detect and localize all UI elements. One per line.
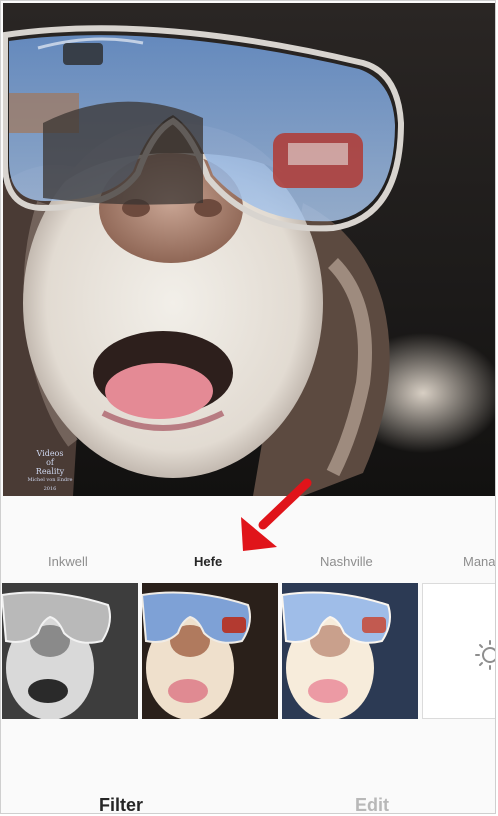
watermark-line1: Videos xyxy=(36,449,64,458)
thumb-image-nashville xyxy=(282,583,418,719)
photo-preview: Videos of Reality Michel von Endre 2016 xyxy=(3,3,495,496)
red-arrow-annotation xyxy=(241,478,312,551)
thumb-image-hefe xyxy=(142,583,278,719)
filter-thumb-hefe[interactable] xyxy=(142,583,278,719)
filter-screen: Videos of Reality Michel von Endre 2016 … xyxy=(0,0,496,814)
filter-name-nashville[interactable]: Nashville xyxy=(320,554,373,569)
filter-thumb-mana[interactable] xyxy=(422,583,495,719)
filter-name-mana[interactable]: Mana xyxy=(463,554,495,569)
filter-name-inkwell[interactable]: Inkwell xyxy=(48,554,88,569)
tab-filter[interactable]: Filter xyxy=(99,795,143,813)
watermark: Videos of Reality Michel von Endre 2016 xyxy=(27,449,73,494)
dog-photo xyxy=(3,25,405,496)
watermark-line3: Reality xyxy=(35,467,65,476)
sun-icon xyxy=(475,640,495,670)
bottom-tab-bar: Filter Edit xyxy=(1,781,495,813)
filter-thumb-inkwell[interactable] xyxy=(2,583,138,719)
filter-name-row: Inkwell Hefe Nashville Mana xyxy=(1,554,495,574)
thumb-image-inkwell xyxy=(2,583,138,719)
filter-thumb-nashville[interactable] xyxy=(282,583,418,719)
watermark-line4: Michel von Endre 2016 xyxy=(27,477,73,492)
tab-edit[interactable]: Edit xyxy=(355,795,389,813)
filter-thumbnail-row xyxy=(1,583,495,719)
watermark-line2: of xyxy=(46,458,54,467)
filter-name-hefe[interactable]: Hefe xyxy=(194,554,222,569)
